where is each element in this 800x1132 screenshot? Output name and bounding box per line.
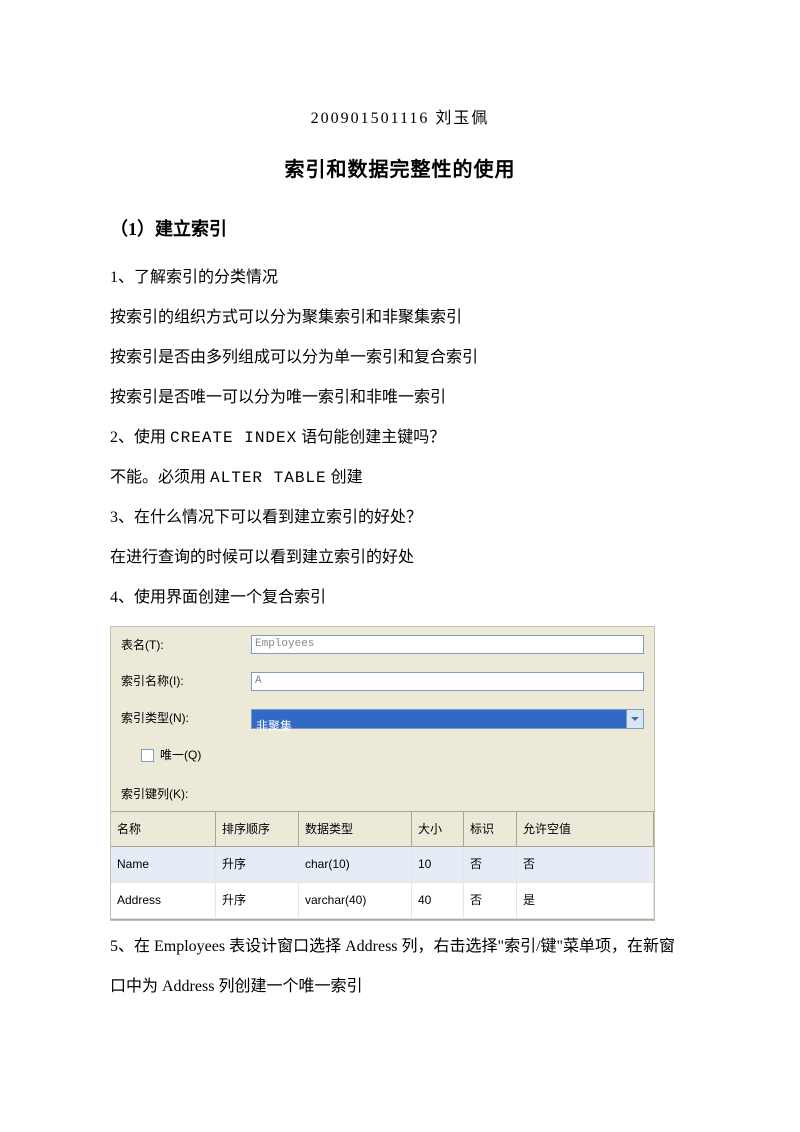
unique-label: 唯一(Q) — [160, 741, 201, 770]
grid-header-row: 名称 排序顺序 数据类型 大小 标识 允许空值 — [111, 812, 654, 848]
paragraph: 5、在 Employees 表设计窗口选择 Address 列，右击选择"索引/… — [110, 927, 690, 1007]
paragraph: 3、在什么情况下可以看到建立索引的好处？ — [110, 498, 690, 538]
cell: 否 — [464, 847, 517, 883]
index-name-input[interactable]: A — [251, 672, 644, 691]
index-type-label: 索引类型(N): — [121, 704, 251, 733]
cell: 否 — [517, 847, 654, 883]
table-name-label: 表名(T): — [121, 631, 251, 660]
text: 不能。必须用 — [110, 469, 210, 486]
text: 语句能创建主键吗？ — [297, 429, 445, 446]
code-inline: CREATE INDEX — [170, 429, 297, 447]
index-type-row: 索引类型(N): 非聚集 — [111, 700, 654, 737]
index-name-label: 索引名称(I): — [121, 667, 251, 696]
cell: Name — [111, 847, 216, 883]
student-id-header: 200901501116 刘玉佩 — [110, 100, 690, 138]
col-dtype-header[interactable]: 数据类型 — [299, 812, 412, 848]
paragraph: 按索引是否唯一可以分为唯一索引和非唯一索引 — [110, 378, 690, 418]
index-dialog: 表名(T): Employees 索引名称(I): A 索引类型(N): 非聚集… — [110, 626, 655, 921]
unique-row: 唯一(Q) — [111, 737, 654, 774]
paragraph: 4、使用界面创建一个复合索引 — [110, 578, 690, 618]
table-name-row: 表名(T): Employees — [111, 627, 654, 664]
key-columns-label: 索引键列(K): — [111, 774, 654, 811]
cell: varchar(40) — [299, 883, 412, 919]
chevron-down-icon — [631, 717, 639, 721]
cell: 40 — [412, 883, 464, 919]
dropdown-button[interactable] — [626, 709, 644, 729]
table-name-input[interactable]: Employees — [251, 635, 644, 654]
cell: Address — [111, 883, 216, 919]
cell: char(10) — [299, 847, 412, 883]
index-name-row: 索引名称(I): A — [111, 663, 654, 700]
paragraph: 2、使用 CREATE INDEX 语句能创建主键吗？ — [110, 418, 690, 458]
index-type-selected: 非聚集 — [251, 709, 626, 729]
col-nullable-header[interactable]: 允许空值 — [517, 812, 654, 848]
unique-checkbox[interactable] — [141, 749, 154, 762]
text: 创建 — [327, 469, 363, 486]
col-sort-header[interactable]: 排序顺序 — [216, 812, 299, 848]
text: 2、使用 — [110, 429, 170, 446]
cell: 否 — [464, 883, 517, 919]
cell: 是 — [517, 883, 654, 919]
col-ident-header[interactable]: 标识 — [464, 812, 517, 848]
cell: 10 — [412, 847, 464, 883]
key-columns-grid: 名称 排序顺序 数据类型 大小 标识 允许空值 Name 升序 char(10)… — [111, 811, 654, 920]
table-row[interactable]: Address 升序 varchar(40) 40 否 是 — [111, 883, 654, 919]
paragraph: 在进行查询的时候可以看到建立索引的好处 — [110, 538, 690, 578]
document-title: 索引和数据完整性的使用 — [110, 146, 690, 194]
cell: 升序 — [216, 883, 299, 919]
col-name-header[interactable]: 名称 — [111, 812, 216, 848]
code-inline: ALTER TABLE — [210, 469, 327, 487]
paragraph: 不能。必须用 ALTER TABLE 创建 — [110, 458, 690, 498]
index-type-combo[interactable]: 非聚集 — [251, 709, 644, 729]
cell: 升序 — [216, 847, 299, 883]
document-page: 200901501116 刘玉佩 索引和数据完整性的使用 （1）建立索引 1、了… — [0, 0, 800, 1067]
col-size-header[interactable]: 大小 — [412, 812, 464, 848]
section-1-heading: （1）建立索引 — [110, 208, 690, 251]
paragraph: 按索引是否由多列组成可以分为单一索引和复合索引 — [110, 338, 690, 378]
paragraph: 1、了解索引的分类情况 — [110, 258, 690, 298]
paragraph: 按索引的组织方式可以分为聚集索引和非聚集索引 — [110, 298, 690, 338]
table-row[interactable]: Name 升序 char(10) 10 否 否 — [111, 847, 654, 883]
